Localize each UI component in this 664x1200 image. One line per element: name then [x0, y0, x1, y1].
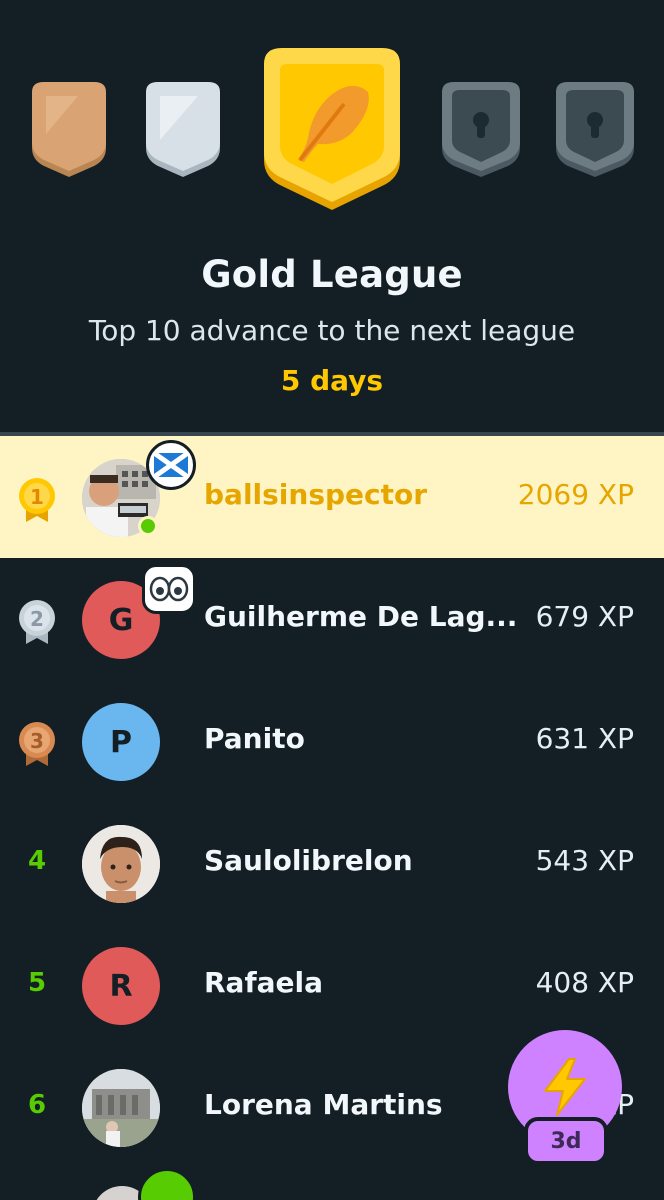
rank-number: 1: [30, 485, 44, 509]
avatar[interactable]: R: [82, 947, 160, 1025]
avatar[interactable]: [82, 825, 160, 903]
locked-league-badge[interactable]: [436, 82, 526, 180]
user-photo: [82, 1069, 160, 1147]
online-status-indicator: [138, 516, 158, 536]
gold-medal-icon: 1: [19, 478, 55, 522]
rank-number: 6: [27, 1090, 47, 1120]
scotland-flag-flair: [146, 440, 196, 490]
rank-number: 5: [27, 968, 47, 998]
leaderboard-row[interactable]: 5 R Rafaela 408 XP: [0, 924, 664, 1046]
user-photo: [82, 825, 160, 903]
lightning-icon: [544, 1058, 586, 1116]
leaderboard-row[interactable]: 2 G Guilherme De Lag... 679 XP: [0, 558, 664, 680]
xp-total: 543 XP: [535, 844, 634, 877]
leaderboard-row[interactable]: 3 P Panito 631 XP: [0, 680, 664, 802]
avatar-initial: G: [108, 602, 134, 638]
eyes-flair: [142, 564, 196, 614]
xp-total: 408 XP: [535, 966, 634, 999]
boost-timer-label: 3d: [524, 1117, 608, 1165]
silver-medal-icon: 2: [19, 600, 55, 644]
league-header: Gold League Top 10 advance to the next l…: [0, 0, 664, 432]
username: Guilherme De Lag...: [204, 600, 518, 633]
eyes-icon: [149, 576, 189, 602]
avatar-initial: P: [110, 724, 132, 760]
silver-league-badge[interactable]: [140, 82, 226, 180]
username: ballsinspector: [204, 478, 428, 511]
gold-league-badge[interactable]: [258, 48, 406, 214]
username: Lorena Martins: [204, 1088, 443, 1121]
rank-number: 3: [30, 729, 44, 753]
avatar-initial: R: [109, 968, 133, 1004]
username: Rafaela: [204, 966, 324, 999]
bronze-medal-icon: 3: [19, 722, 55, 766]
leaderboard-row[interactable]: 4 Saulolibrelon 543 XP: [0, 802, 664, 924]
xp-total: 679 XP: [535, 600, 634, 633]
avatar[interactable]: P: [82, 703, 160, 781]
rank-number: 2: [30, 607, 44, 631]
username: Panito: [204, 722, 305, 755]
rank-number: 4: [27, 846, 47, 876]
bronze-league-badge[interactable]: [26, 82, 112, 180]
scotland-flag-icon: [154, 453, 188, 477]
username: Saulolibrelon: [204, 844, 413, 877]
league-time-remaining: 5 days: [280, 364, 384, 397]
league-title: Gold League: [201, 253, 463, 296]
leaderboard-row-partial: [0, 1168, 664, 1200]
avatar[interactable]: [82, 1069, 160, 1147]
xp-total: 2069 XP: [517, 478, 634, 511]
leaderboard-row-current-user[interactable]: 1 ballsinspector 2069 XP: [0, 436, 664, 558]
locked-league-badge[interactable]: [550, 82, 640, 180]
league-subtitle: Top 10 advance to the next league: [88, 314, 576, 347]
xp-boost-button[interactable]: 3d: [508, 1030, 622, 1170]
xp-total: 631 XP: [535, 722, 634, 755]
flair-badge: [138, 1168, 196, 1200]
